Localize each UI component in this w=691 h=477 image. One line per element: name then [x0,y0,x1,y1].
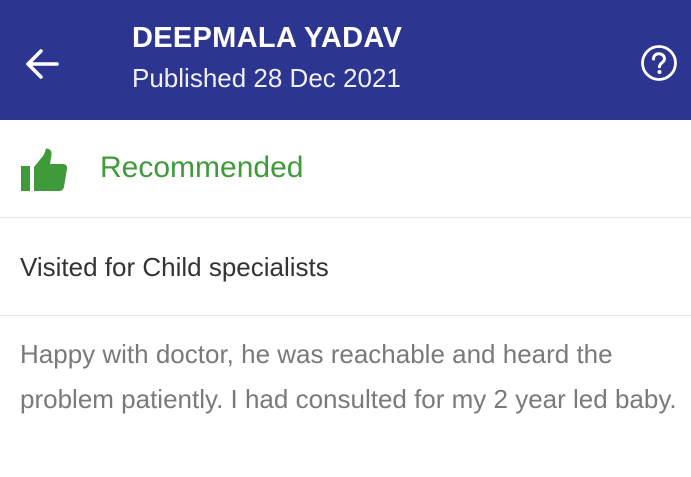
app-header: DEEPMALA YADAV Published 28 Dec 2021 [0,0,691,120]
help-button[interactable] [639,43,679,83]
review-text: Happy with doctor, he was reachable and … [20,339,677,414]
recommendation-label: Recommended [100,151,304,184]
question-circle-icon [641,45,677,81]
back-button[interactable] [16,38,68,90]
visit-reason: Visited for Child specialists [20,252,329,282]
thumbs-up-icon [21,148,68,191]
reviewer-name: DEEPMALA YADAV [132,22,403,54]
published-date: Published 28 Dec 2021 [132,63,401,93]
arrow-left-icon [26,49,59,79]
